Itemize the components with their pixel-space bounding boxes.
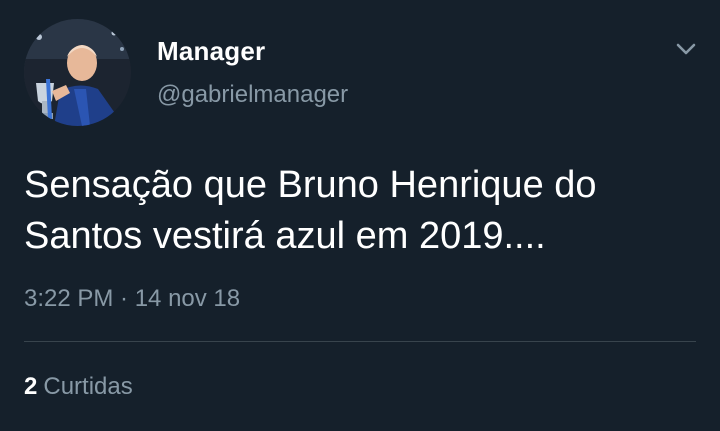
- likes-link[interactable]: 2 Curtidas: [24, 372, 133, 402]
- tweet-text-line: Sensação que Bruno Henrique do: [24, 164, 597, 206]
- likes-count: 2: [24, 373, 38, 400]
- display-name[interactable]: Manager: [157, 36, 265, 66]
- tweet-card: Manager @gabrielmanager Sensação que Bru…: [0, 0, 720, 431]
- avatar-image: [24, 19, 131, 126]
- tweet-text: Sensação que Bruno Henrique do Santos ve…: [24, 160, 704, 262]
- chevron-down-icon[interactable]: [671, 37, 701, 61]
- avatar[interactable]: [24, 19, 131, 126]
- divider: [24, 341, 696, 342]
- tweet-text-line: Santos vestirá azul em 2019....: [24, 215, 546, 257]
- likes-label: Curtidas: [43, 373, 133, 400]
- user-handle[interactable]: @gabrielmanager: [157, 80, 348, 110]
- timestamp: 3:22 PM · 14 nov 18: [24, 285, 241, 312]
